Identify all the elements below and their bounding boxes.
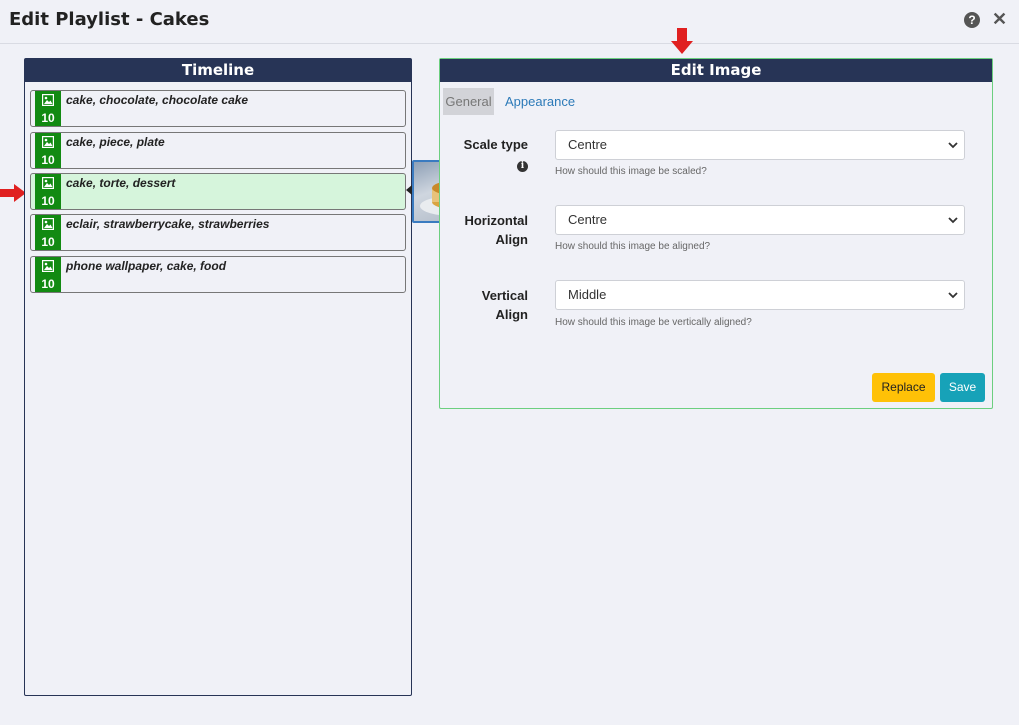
item-badge: 10 xyxy=(35,91,61,126)
horizontal-align-label-line2: Align xyxy=(495,232,529,247)
replace-button[interactable]: Replace xyxy=(872,373,935,402)
help-icon[interactable]: ? xyxy=(964,12,980,28)
title-bar: Edit Playlist - Cakes ? ✕ xyxy=(0,0,1019,44)
chevron-down-icon xyxy=(948,292,958,299)
timeline-header: Timeline xyxy=(25,59,411,82)
timeline-item-selected[interactable]: 10 cake, torte, dessert xyxy=(30,173,406,210)
scale-type-help: How should this image be scaled? xyxy=(555,166,707,177)
close-icon[interactable]: ✕ xyxy=(992,9,1007,29)
item-label: cake, torte, dessert xyxy=(66,176,176,190)
horizontal-align-label-line1: Horizontal xyxy=(464,213,528,228)
item-badge: 10 xyxy=(35,174,61,209)
tab-appearance[interactable]: Appearance xyxy=(505,88,575,115)
save-button[interactable]: Save xyxy=(940,373,985,402)
item-badge: 10 xyxy=(35,257,61,292)
horizontal-align-select[interactable]: Centre xyxy=(555,205,965,235)
image-icon xyxy=(42,218,54,230)
scale-type-select[interactable]: Centre xyxy=(555,130,965,160)
scale-type-value: Centre xyxy=(568,137,608,152)
item-duration: 10 xyxy=(41,153,55,167)
scale-type-label-text: Scale type xyxy=(463,137,528,152)
item-duration: 10 xyxy=(41,235,55,249)
item-label: phone wallpaper, cake, food xyxy=(66,259,227,273)
image-icon xyxy=(42,94,54,106)
horizontal-align-help: How should this image be aligned? xyxy=(555,241,711,252)
page-title: Edit Playlist - Cakes xyxy=(9,9,210,30)
edit-image-panel: Edit Image General Appearance Scale type… xyxy=(439,58,993,409)
item-duration: 10 xyxy=(41,111,55,125)
info-icon[interactable]: i xyxy=(517,161,528,172)
vertical-align-select[interactable]: Middle xyxy=(555,280,965,310)
timeline-item[interactable]: 10 phone wallpaper, cake, food xyxy=(30,256,406,293)
vertical-align-help: How should this image be vertically alig… xyxy=(555,317,752,328)
item-label: cake, piece, plate xyxy=(66,135,165,149)
item-badge: 10 xyxy=(35,215,61,250)
chevron-down-icon xyxy=(948,142,958,149)
vertical-align-label-line1: Vertical xyxy=(481,288,528,303)
timeline-panel: Timeline 10 cake, chocolate, chocolate c… xyxy=(24,58,412,696)
scale-type-label: Scale type i xyxy=(464,135,528,173)
horizontal-align-label: Horizontal Align xyxy=(464,211,528,249)
annotation-arrow-right-icon xyxy=(0,184,26,202)
timeline-item[interactable]: 10 cake, piece, plate xyxy=(30,132,406,169)
vertical-align-value: Middle xyxy=(568,287,607,302)
item-duration: 10 xyxy=(41,194,55,208)
item-label: eclair, strawberrycake, strawberries xyxy=(66,217,270,231)
timeline-item[interactable]: 10 eclair, strawberrycake, strawberries xyxy=(30,214,406,251)
horizontal-align-value: Centre xyxy=(568,212,608,227)
tab-general[interactable]: General xyxy=(443,88,494,115)
vertical-align-label: Vertical Align xyxy=(482,286,528,324)
item-label: cake, chocolate, chocolate cake xyxy=(66,93,249,107)
edit-image-header: Edit Image xyxy=(440,59,992,82)
annotation-arrow-down-icon xyxy=(671,28,693,54)
image-icon xyxy=(42,177,54,189)
vertical-align-label-line2: Align xyxy=(495,307,529,322)
image-icon xyxy=(42,136,54,148)
item-badge: 10 xyxy=(35,133,61,168)
item-duration: 10 xyxy=(41,277,55,291)
chevron-down-icon xyxy=(948,217,958,224)
image-icon xyxy=(42,260,54,272)
timeline-item[interactable]: 10 cake, chocolate, chocolate cake xyxy=(30,90,406,127)
